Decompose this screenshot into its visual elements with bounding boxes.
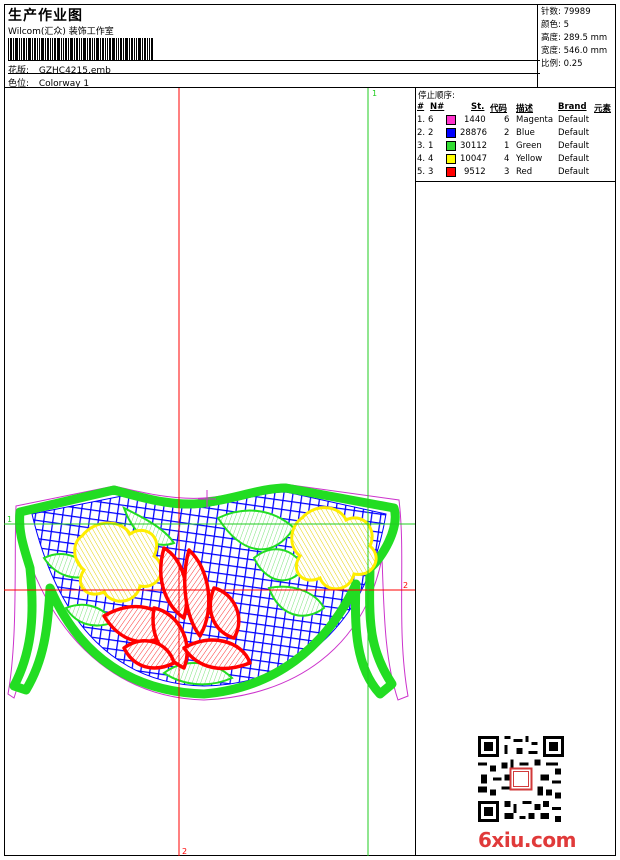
embroidery-preview: 1 1 2 2: [4, 88, 415, 856]
panel-title: 停止顺序:: [418, 91, 455, 101]
stat-colors: 颜色: 5: [541, 20, 569, 30]
color-swatch: [446, 128, 456, 138]
barcode: [8, 38, 153, 60]
col-desc: 描述: [516, 104, 534, 114]
stat-stitches: 针数: 79989: [541, 7, 591, 17]
thread-row[interactable]: 2. 2 28876 2 Blue Default: [416, 128, 616, 141]
stat-height: 高度: 289.5 mm: [541, 33, 608, 43]
design-file-line: 花版: GZHC4215.emb: [8, 63, 111, 76]
col-stitches: St.: [471, 102, 485, 112]
header-info: 生产作业图 Wilcom(汇众) 装饰工作室 花版: GZHC4215.emb …: [6, 4, 536, 89]
watermark-text: 6xiu.com: [478, 828, 576, 852]
stat-width: 宽度: 546.0 mm: [541, 46, 608, 56]
col-order: #: [417, 102, 425, 112]
col-element: 元素: [594, 104, 612, 114]
stats-box: 针数: 79989 颜色: 5 高度: 289.5 mm 宽度: 546.0 m…: [537, 4, 616, 88]
panel-divider: [416, 181, 616, 182]
stat-scale: 比例: 0.25: [541, 59, 583, 69]
design-canvas[interactable]: 1 1 2 2: [4, 88, 415, 856]
guide-label-green-top: 1: [372, 89, 377, 98]
thread-row[interactable]: 3. 1 30112 1 Green Default: [416, 141, 616, 154]
col-brand: Brand: [558, 102, 587, 112]
col-needle: N#: [430, 102, 445, 112]
color-swatch: [446, 154, 456, 164]
studio-name: Wilcom(汇众) 装饰工作室: [8, 27, 114, 37]
guide-label-red-right: 2: [403, 581, 408, 590]
design-file: GZHC4215.emb: [38, 66, 111, 76]
thread-row[interactable]: 5. 3 9512 3 Red Default: [416, 167, 616, 180]
guide-label-green-left: 1: [7, 515, 12, 524]
col-code: 代码: [490, 104, 508, 114]
qr-code: [478, 736, 564, 822]
thread-row[interactable]: 4. 4 10047 4 Yellow Default: [416, 154, 616, 167]
page-title: 生产作业图: [8, 8, 83, 24]
color-swatch: [446, 115, 456, 125]
guide-label-red-bottom: 2: [182, 847, 187, 856]
header-divider-2: [8, 73, 540, 74]
thread-row[interactable]: 1. 6 1440 6 Magenta Default: [416, 115, 616, 128]
header: 生产作业图 Wilcom(汇众) 装饰工作室 花版: GZHC4215.emb …: [4, 4, 616, 89]
color-swatch: [446, 167, 456, 177]
header-divider: [8, 60, 540, 61]
color-swatch: [446, 141, 456, 151]
design-label: 花版:: [8, 66, 30, 76]
